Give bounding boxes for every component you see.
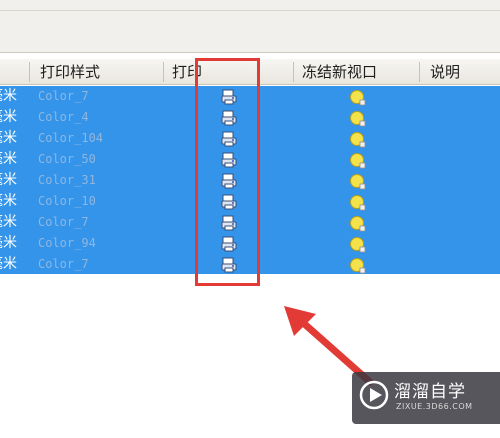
sun-icon[interactable]	[348, 214, 366, 232]
column-header-unit[interactable]	[0, 59, 30, 85]
play-logo-icon	[359, 380, 389, 410]
sun-icon[interactable]	[348, 151, 366, 169]
unit-cell: 毫米	[0, 109, 17, 125]
sun-icon[interactable]	[348, 130, 366, 148]
plot-style-cell[interactable]: Color_50	[38, 149, 96, 170]
unit-cell: 毫米	[0, 88, 17, 104]
sun-icon[interactable]	[348, 256, 366, 274]
plot-style-cell[interactable]: Color_4	[38, 107, 89, 128]
sun-icon[interactable]	[348, 88, 366, 106]
unit-cell: 毫米	[0, 172, 17, 188]
unit-cell: 毫米	[0, 193, 17, 209]
column-header-description[interactable]: 说明	[420, 59, 500, 85]
sun-icon[interactable]	[348, 109, 366, 127]
plot-style-cell[interactable]: Color_7	[38, 212, 89, 233]
watermark-url: ZIXUE.3D66.COM	[396, 402, 473, 411]
watermark-title: 溜溜自学	[394, 382, 466, 402]
top-toolbar	[0, 0, 500, 53]
sun-icon[interactable]	[348, 193, 366, 211]
toolbar-divider	[0, 10, 500, 11]
plot-style-cell[interactable]: Color_10	[38, 191, 96, 212]
column-header-plot-style[interactable]: 打印样式	[30, 59, 164, 85]
plot-style-cell[interactable]: Color_31	[38, 170, 96, 191]
watermark: 溜溜自学 ZIXUE.3D66.COM	[352, 372, 500, 424]
sun-icon[interactable]	[348, 172, 366, 190]
plot-style-cell[interactable]: Color_7	[38, 86, 89, 107]
sun-icon[interactable]	[348, 235, 366, 253]
plot-style-cell[interactable]: Color_7	[38, 254, 89, 275]
highlight-box	[195, 58, 260, 286]
column-header-freeze-new-viewport[interactable]: 冻结新视口	[294, 59, 420, 85]
unit-cell: 毫米	[0, 151, 17, 167]
unit-cell: 毫米	[0, 235, 17, 251]
unit-cell: 毫米	[0, 214, 17, 230]
plot-style-cell[interactable]: Color_104	[38, 128, 103, 149]
unit-cell: 毫米	[0, 256, 17, 272]
unit-cell: 毫米	[0, 130, 17, 146]
plot-style-cell[interactable]: Color_94	[38, 233, 96, 254]
